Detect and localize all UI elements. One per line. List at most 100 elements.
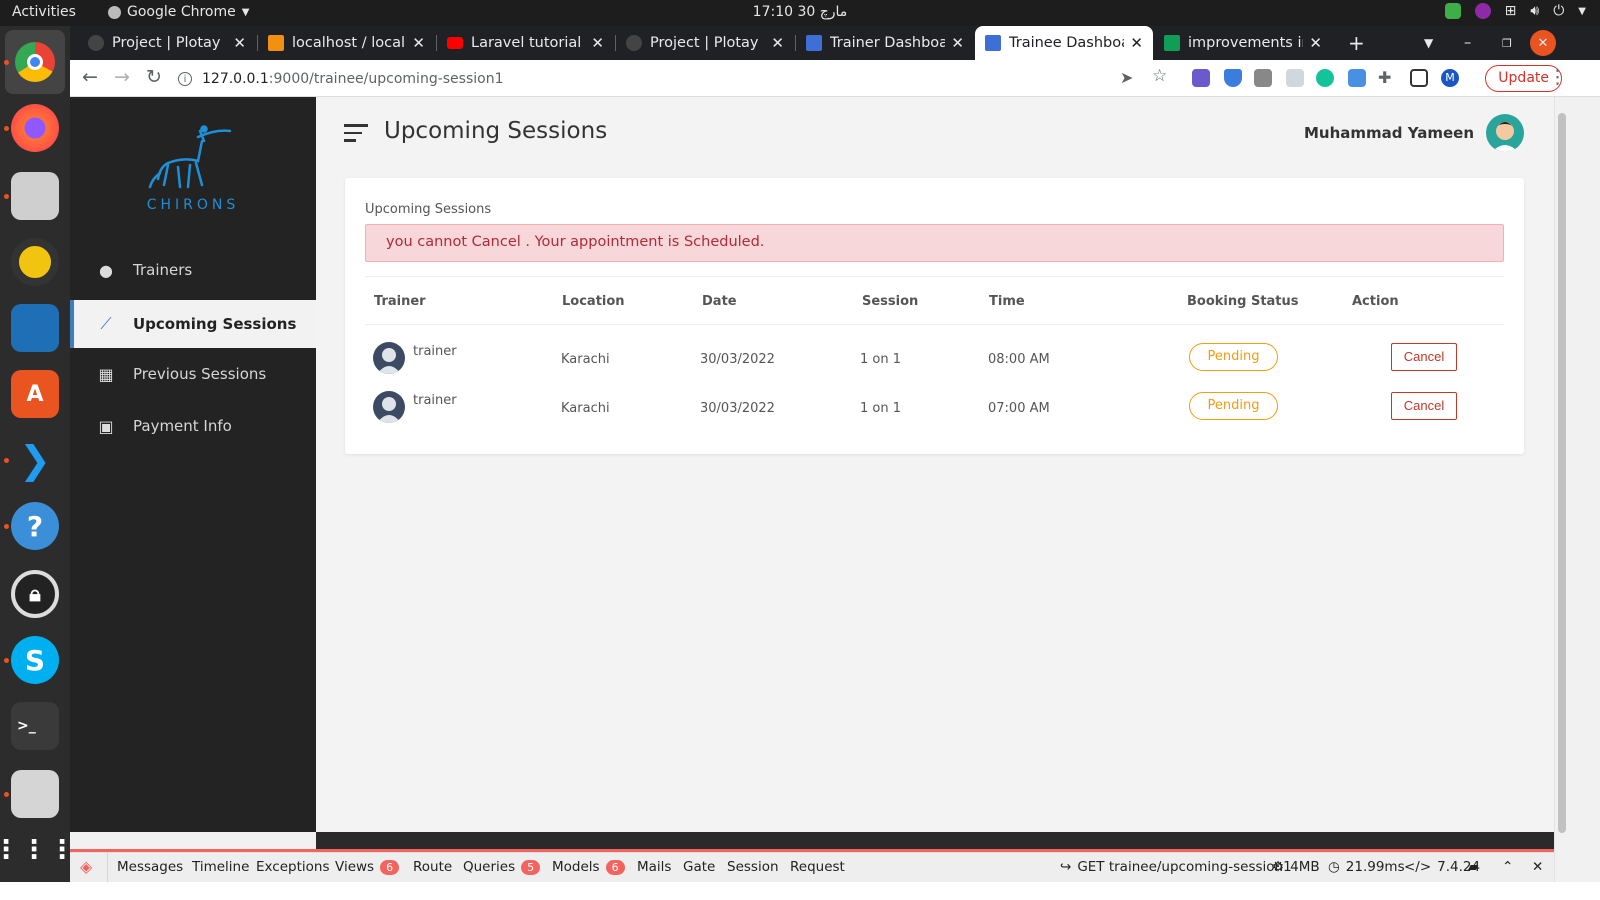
folder-open-icon[interactable]: ▰ [1468, 859, 1478, 875]
terminal-launcher[interactable]: >_ [11, 702, 59, 750]
profile-avatar[interactable]: M [1441, 69, 1459, 87]
help-launcher[interactable]: ? [11, 502, 59, 550]
date-cell: 30/03/2022 [700, 352, 775, 367]
tab-favicon [268, 35, 284, 51]
pen-icon[interactable] [1286, 69, 1304, 87]
avatar[interactable] [1486, 114, 1524, 152]
text-editor-launcher[interactable] [11, 770, 59, 818]
power-icon[interactable]: ⏻ [1553, 3, 1564, 19]
grammarly-icon[interactable] [1316, 69, 1334, 87]
tab-trainer-dashboard[interactable]: Trainer Dashboar ✕ [796, 26, 974, 60]
tab-trainee-dashboard[interactable]: Trainee Dashboa ✕ [975, 26, 1153, 60]
debugbar-tab-request[interactable]: Request [790, 859, 845, 875]
reload-icon[interactable]: ↻ [146, 66, 162, 88]
firefox-launcher[interactable] [11, 104, 59, 152]
debugbar-tab-messages[interactable]: Messages [117, 859, 183, 875]
tab-improvements[interactable]: improvements in ✕ [1154, 26, 1332, 60]
volume-icon[interactable]: 🔊︎ [1530, 3, 1539, 19]
user-avatar-icon [1492, 122, 1518, 152]
person-icon [377, 397, 401, 423]
send-icon[interactable]: ➤ [1120, 68, 1133, 87]
debugbar-request[interactable]: ↪ GET trainee/upcoming-session1 [1060, 859, 1292, 875]
skype-launcher[interactable]: S [11, 636, 59, 684]
close-icon[interactable]: ✕ [591, 34, 604, 52]
sidebar-item-trainers[interactable]: ● Trainers [70, 246, 316, 294]
session-cell: 1 on 1 [860, 401, 901, 416]
chrome-launcher[interactable] [5, 30, 65, 94]
debugbar-tab-queries[interactable]: Queries 5 [463, 859, 541, 875]
debugbar-tab-mails[interactable]: Mails [637, 859, 671, 875]
debugbar-tab-session[interactable]: Session [727, 859, 779, 875]
system-tray[interactable]: ⊞ 🔊︎ ⏻ ▼ [1444, 3, 1586, 19]
close-icon[interactable]: ✕ [1130, 34, 1143, 52]
chirons-logo[interactable]: CHIRONS [138, 125, 248, 215]
debugbar-tab-views[interactable]: Views 6 [335, 859, 400, 875]
close-icon[interactable]: ✕ [771, 34, 784, 52]
libreoffice-impress-launcher[interactable] [11, 304, 59, 352]
clock[interactable]: 17:10 مارچ 30 [0, 4, 1600, 20]
user-name[interactable]: Muhammad Yameen [1304, 124, 1474, 142]
scrollbar-thumb[interactable] [1558, 113, 1566, 833]
forward-icon[interactable]: → [114, 66, 130, 88]
vpn-launcher[interactable]: 🔒︎ [11, 570, 59, 618]
maximize-icon[interactable]: ❐ [1492, 26, 1522, 60]
minimize-icon[interactable]: – [1454, 26, 1484, 60]
shield-icon[interactable] [1224, 69, 1242, 87]
files-launcher[interactable] [11, 172, 59, 220]
close-icon[interactable]: ✕ [233, 34, 246, 52]
tab-project-plotay-2[interactable]: Project | Plotay ✕ [616, 26, 794, 60]
close-window-icon[interactable]: ✕ [1530, 30, 1556, 56]
page-title: Upcoming Sessions [384, 118, 608, 144]
laravel-icon[interactable]: ◈ [80, 857, 92, 876]
network-icon[interactable]: ⊞ [1505, 3, 1517, 19]
sidebar-item-payment-info[interactable]: ▣ Payment Info [70, 402, 316, 450]
info-icon[interactable]: i [178, 72, 192, 86]
share-icon: ↪ [1060, 859, 1072, 875]
kebab-menu-icon[interactable]: ⋮ [1548, 66, 1567, 88]
translate-icon[interactable] [1348, 69, 1366, 87]
debugbar-tab-exceptions[interactable]: Exceptions [256, 859, 329, 875]
debugbar-tab-timeline[interactable]: Timeline [192, 859, 249, 875]
youtube-icon [447, 37, 463, 49]
extension-icon[interactable] [1192, 69, 1210, 87]
debugbar-memory[interactable]: ⚙ 4MB [1272, 859, 1320, 875]
menu-toggle-icon[interactable] [344, 124, 368, 147]
puzzle-icon[interactable]: ✚ [1378, 68, 1391, 87]
chevron-up-icon[interactable]: ⌃ [1502, 859, 1513, 875]
close-icon[interactable]: ✕ [1532, 859, 1543, 875]
debugbar-tab-gate[interactable]: Gate [683, 859, 715, 875]
close-icon[interactable]: ✕ [951, 34, 964, 52]
side-panel-icon[interactable] [1410, 69, 1428, 87]
tab-search-icon[interactable]: ▼ [1414, 26, 1444, 60]
scrollbar[interactable] [1554, 97, 1568, 882]
debugbar-time[interactable]: ◷ 21.99ms [1328, 859, 1405, 875]
tab-localhost[interactable]: localhost / localh ✕ [258, 26, 435, 60]
tab-strip: Project | Plotay ✕ localhost / localh ✕ La… [70, 26, 1600, 60]
cancel-button[interactable]: Cancel [1391, 392, 1457, 420]
show-apps-button[interactable]: ⋮⋮⋮ [0, 826, 75, 874]
cancel-button[interactable]: Cancel [1391, 343, 1457, 371]
back-icon[interactable]: ← [82, 66, 98, 88]
sidebar-item-previous-sessions[interactable]: ▦ Previous Sessions [70, 350, 316, 398]
rhythmbox-launcher[interactable] [11, 238, 59, 286]
trainer-avatar [373, 391, 405, 423]
sidebar-item-upcoming-sessions[interactable]: ⟋ Upcoming Sessions [70, 300, 316, 348]
close-icon[interactable]: ✕ [1309, 34, 1322, 52]
tab-laravel-tutorial[interactable]: Laravel tutorial - ✕ [437, 26, 614, 60]
time-cell: 08:00 AM [988, 352, 1050, 367]
tab-favicon [626, 35, 642, 51]
tor-icon[interactable] [1474, 3, 1491, 19]
sidebar-item-label: Previous Sessions [133, 365, 267, 383]
close-icon[interactable]: ✕ [412, 34, 425, 52]
vpn-icon[interactable] [1444, 3, 1461, 19]
tab-project-plotay[interactable]: Project | Plotay ✕ [78, 26, 256, 60]
debugbar-tab-models[interactable]: Models 6 [552, 859, 625, 875]
bookmark-star-icon[interactable]: ☆ [1152, 66, 1167, 86]
software-center-launcher[interactable]: A [11, 370, 59, 418]
address-bar[interactable]: i 127.0.0.1:9000/trainee/upcoming-sessio… [178, 65, 1218, 93]
debugbar-tab-route[interactable]: Route [413, 859, 452, 875]
chevron-down-icon[interactable]: ▼ [1578, 6, 1586, 17]
vue-devtools-icon[interactable] [1254, 69, 1272, 87]
vscode-launcher[interactable]: ❯ [11, 436, 59, 484]
new-tab-button[interactable]: + [1338, 26, 1368, 60]
